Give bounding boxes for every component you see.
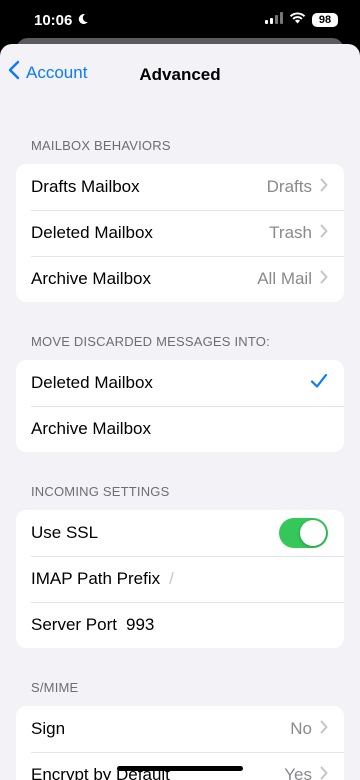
sign-row[interactable]: Sign No (16, 706, 344, 752)
mailbox-behaviors-group: Drafts Mailbox Drafts Deleted Mailbox Tr… (16, 164, 344, 302)
chevron-left-icon (8, 60, 20, 85)
use-ssl-label: Use SSL (31, 523, 99, 542)
encrypt-by-default-value: Yes (284, 765, 312, 780)
toggle-knob (300, 520, 326, 546)
battery-icon: 98 (312, 13, 338, 27)
back-button-label: Account (26, 62, 88, 82)
chevron-right-icon (320, 178, 328, 197)
server-port-field[interactable]: 993 (126, 615, 154, 635)
status-indicators: 98 (265, 11, 338, 29)
status-time-group: 10:06 (34, 12, 89, 29)
server-port-label: Server Port (31, 615, 117, 634)
move-discarded-group: Deleted Mailbox Archive Mailbox (16, 360, 344, 452)
chevron-right-icon (320, 720, 328, 739)
wifi-icon (289, 11, 306, 29)
chevron-right-icon (320, 270, 328, 289)
sign-value: No (290, 719, 312, 738)
imap-path-prefix-input[interactable]: / (169, 569, 174, 589)
use-ssl-row: Use SSL (16, 510, 344, 556)
archive-mailbox-label: Archive Mailbox (31, 269, 151, 288)
sign-label: Sign (31, 719, 66, 738)
cellular-signal-icon (265, 11, 283, 29)
chevron-right-icon (320, 766, 328, 780)
section-header-move-discarded: MOVE DISCARDED MESSAGES INTO: (31, 334, 270, 349)
discard-archive-label: Archive Mailbox (31, 419, 151, 438)
imap-path-prefix-row[interactable]: IMAP Path Prefix / (16, 556, 344, 602)
section-header-incoming-settings: INCOMING SETTINGS (31, 484, 170, 499)
archive-mailbox-row[interactable]: Archive Mailbox All Mail (16, 256, 344, 302)
deleted-mailbox-row[interactable]: Deleted Mailbox Trash (16, 210, 344, 256)
deleted-mailbox-label: Deleted Mailbox (31, 223, 153, 242)
drafts-mailbox-row[interactable]: Drafts Mailbox Drafts (16, 164, 344, 210)
incoming-settings-group: Use SSL IMAP Path Prefix / Server Port 9… (16, 510, 344, 648)
section-header-mailbox-behaviors: MAILBOX BEHAVIORS (31, 138, 171, 153)
discard-to-archive-mailbox-option[interactable]: Archive Mailbox (16, 406, 344, 452)
section-header-smime: S/MIME (31, 680, 79, 695)
navigation-bar: Account Advanced (0, 44, 360, 106)
server-port-row[interactable]: Server Port 993 (16, 602, 344, 648)
checkmark-icon (310, 373, 328, 394)
archive-mailbox-value: All Mail (257, 269, 312, 288)
home-indicator[interactable] (117, 766, 243, 771)
use-ssl-toggle[interactable] (279, 518, 328, 548)
drafts-mailbox-value: Drafts (266, 177, 312, 196)
moon-icon (77, 12, 89, 29)
advanced-settings-sheet: Account Advanced MAILBOX BEHAVIORS Draft… (0, 44, 360, 780)
chevron-right-icon (320, 224, 328, 243)
back-button[interactable]: Account (8, 60, 87, 85)
deleted-mailbox-value: Trash (269, 223, 312, 242)
imap-path-prefix-label: IMAP Path Prefix (31, 569, 161, 588)
drafts-mailbox-label: Drafts Mailbox (31, 177, 140, 196)
discard-to-deleted-mailbox-option[interactable]: Deleted Mailbox (16, 360, 344, 406)
status-time: 10:06 (34, 11, 73, 29)
discard-deleted-label: Deleted Mailbox (31, 373, 153, 392)
